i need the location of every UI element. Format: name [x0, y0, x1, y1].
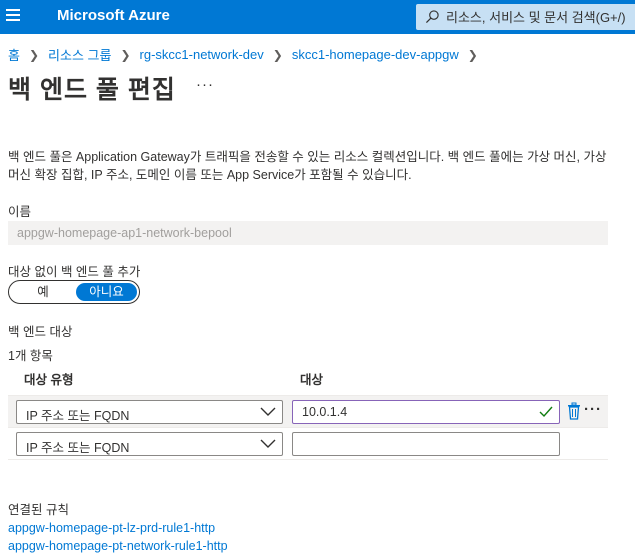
chevron-down-icon — [260, 407, 276, 416]
breadcrumb-app-gateway[interactable]: skcc1-homepage-dev-appgw — [292, 47, 459, 62]
name-field — [8, 221, 608, 245]
chevron-right-icon: ❯ — [28, 47, 40, 62]
global-search[interactable] — [416, 4, 635, 30]
target-type-select[interactable]: IP 주소 또는 FQDN — [16, 432, 283, 456]
breadcrumb-home[interactable]: 홈 — [8, 45, 20, 64]
target-value: 10.0.1.4 — [302, 405, 348, 419]
search-icon — [425, 10, 439, 24]
target-type-value: IP 주소 또는 FQDN — [26, 441, 130, 455]
chevron-right-icon: ❯ — [467, 47, 478, 62]
no-target-label: 대상 없이 백 엔드 풀 추가 — [8, 265, 141, 279]
chevron-down-icon — [260, 439, 276, 448]
brand-title[interactable]: Microsoft Azure — [57, 7, 170, 24]
top-bar: Microsoft Azure — [0, 0, 635, 34]
target-input[interactable] — [292, 432, 560, 456]
name-label: 이름 — [8, 205, 32, 219]
chevron-right-icon: ❯ — [272, 47, 283, 62]
no-target-toggle: 예 아니요 — [8, 280, 140, 304]
chevron-right-icon: ❯ — [120, 47, 131, 62]
backend-targets-label: 백 엔드 대상 — [8, 325, 73, 339]
page-title: 백 엔드 풀 편집 — [8, 76, 176, 104]
row-more-button[interactable]: ··· — [584, 401, 602, 418]
toggle-option-no[interactable]: 아니요 — [76, 283, 137, 301]
divider — [8, 427, 608, 428]
rule-link[interactable]: appgw-homepage-pt-lz-prd-rule1-http — [8, 521, 215, 535]
column-header-target: 대상 — [300, 373, 324, 387]
check-icon — [539, 406, 553, 418]
target-type-value: IP 주소 또는 FQDN — [26, 409, 130, 423]
divider — [8, 459, 608, 460]
breadcrumb-resource-groups[interactable]: 리소스 그룹 — [48, 45, 111, 64]
target-type-select[interactable]: IP 주소 또는 FQDN — [16, 400, 283, 424]
page-more-button[interactable]: ··· — [196, 76, 214, 93]
target-input[interactable]: 10.0.1.4 — [292, 400, 560, 424]
associated-rules-label: 연결된 규칙 — [8, 503, 69, 517]
toggle-option-yes[interactable]: 예 — [11, 283, 75, 301]
column-header-target-type: 대상 유형 — [24, 373, 74, 387]
breadcrumb-resource-group[interactable]: rg-skcc1-network-dev — [140, 47, 264, 62]
page-description: 백 엔드 풀은 Application Gateway가 트래픽을 전송할 수 … — [8, 150, 607, 182]
item-count: 1개 항목 — [8, 349, 53, 363]
breadcrumb: 홈 ❯ 리소스 그룹 ❯ rg-skcc1-network-dev ❯ skcc… — [8, 45, 487, 64]
menu-icon[interactable] — [6, 9, 20, 23]
rule-link[interactable]: appgw-homepage-pt-network-rule1-http — [8, 539, 228, 553]
search-input[interactable] — [446, 7, 635, 27]
delete-icon[interactable] — [567, 402, 581, 420]
